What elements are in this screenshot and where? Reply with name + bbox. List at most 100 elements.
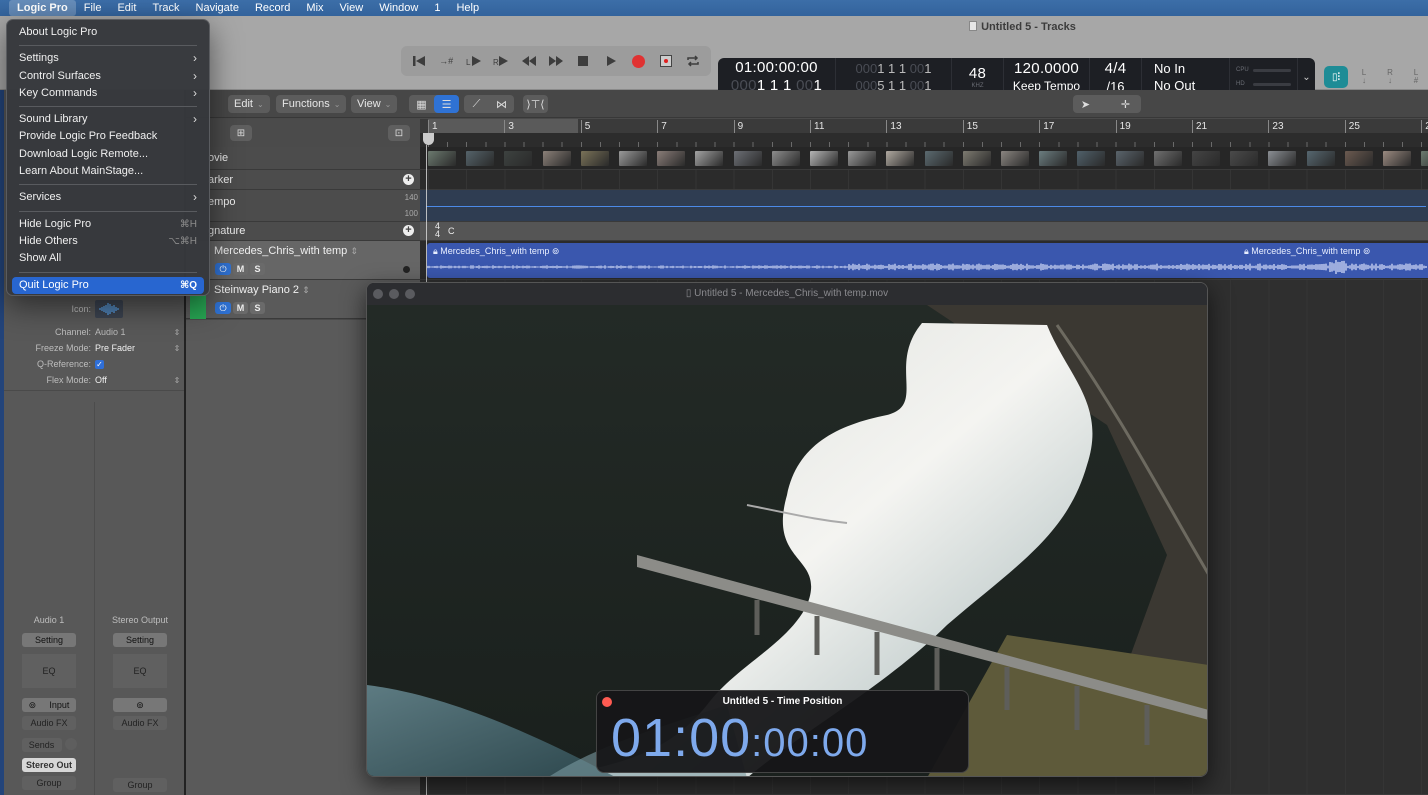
playhead-handle[interactable]	[423, 133, 434, 145]
new-track-button[interactable]: ⊞	[230, 125, 252, 141]
channel-value[interactable]: Audio 1	[95, 327, 172, 337]
menu-view[interactable]: View	[332, 0, 372, 16]
solo-button[interactable]: S	[250, 302, 265, 314]
group-button[interactable]: Group	[22, 776, 76, 790]
global-track-tempo[interactable]: empo 140 100	[186, 190, 420, 222]
fast-forward-button[interactable]	[545, 50, 567, 72]
solo-button[interactable]: S	[250, 263, 265, 275]
output-button[interactable]: Stereo Out	[22, 758, 76, 772]
automation-icon[interactable]: ⟋	[464, 95, 489, 113]
play-from-right-locator-button[interactable]: R	[490, 50, 512, 72]
global-track-movie[interactable]: ovie	[186, 147, 420, 170]
freeze-mode-row[interactable]: Freeze Mode: Pre Fader ⇕	[4, 343, 182, 353]
flex-mode-stepper-icon[interactable]: ⇕	[172, 376, 182, 385]
menu-help[interactable]: Help	[448, 0, 487, 16]
record-button[interactable]	[627, 50, 649, 72]
eq-button[interactable]: EQ	[113, 654, 167, 688]
tempo-track-lane[interactable]	[420, 190, 1428, 222]
stereo-link-button[interactable]: ⊚	[113, 698, 167, 712]
bar-ruler[interactable]: 13579111315171921232527	[420, 119, 1428, 147]
track-name[interactable]: Steinway Piano 2	[214, 284, 299, 296]
input-button[interactable]: ⊚ Input	[22, 698, 76, 712]
menu-item-show-all[interactable]: Show All	[12, 250, 204, 267]
replace-button[interactable]: L #	[1406, 69, 1426, 85]
eq-button[interactable]: EQ	[22, 654, 76, 688]
record-enable-button[interactable]	[403, 266, 410, 273]
add-marker-icon[interactable]: +	[403, 174, 414, 185]
movie-window-titlebar[interactable]: ▯ Untitled 5 - Mercedes_Chris_with temp.…	[367, 283, 1207, 305]
menu-file[interactable]: File	[76, 0, 110, 16]
menu-window[interactable]: Window	[371, 0, 426, 16]
zoom-button[interactable]	[405, 289, 415, 299]
menu-record[interactable]: Record	[247, 0, 298, 16]
marker-track-lane[interactable]	[420, 170, 1428, 190]
track-name[interactable]: Mercedes_Chris_with temp	[214, 245, 347, 257]
menu-navigate[interactable]: Navigate	[188, 0, 247, 16]
set-right-locator-button[interactable]: R ↓	[1380, 69, 1400, 85]
flex-icon[interactable]: ⋈	[489, 95, 514, 113]
go-to-position-button[interactable]: →#	[435, 50, 457, 72]
secondary-tool-menu[interactable]: ✛	[1113, 95, 1141, 113]
menu-track[interactable]: Track	[144, 0, 187, 16]
setting-button[interactable]: Setting	[22, 633, 76, 647]
apple-menu-icon[interactable]	[0, 0, 9, 16]
audio-fx-button[interactable]: Audio FX	[22, 716, 76, 730]
channel-stepper-icon[interactable]: ⇕	[172, 328, 182, 337]
global-track-signature[interactable]: gnature +	[186, 222, 420, 241]
menu-item-about-logic-pro[interactable]: About Logic Pro	[12, 24, 204, 41]
global-tracks-button[interactable]: ⊡	[388, 125, 410, 141]
view-menu-button[interactable]: View ⌄	[351, 95, 398, 113]
stop-button[interactable]	[572, 50, 594, 72]
menu-item-control-surfaces[interactable]: Control Surfaces ›	[12, 68, 204, 85]
movie-track-lane[interactable]	[420, 147, 1428, 170]
menu-item-key-commands[interactable]: Key Commands ›	[12, 85, 204, 102]
cycle-button[interactable]	[682, 50, 704, 72]
signature-track-lane[interactable]: 44 C	[420, 222, 1428, 241]
menu-item-learn-about-mainstage[interactable]: Learn About MainStage...	[12, 163, 204, 180]
flex-mode-value[interactable]: Off	[95, 375, 172, 385]
list-view-icon[interactable]: ☰	[434, 95, 459, 113]
sends-button[interactable]: Sends	[21, 738, 62, 752]
send-knob[interactable]	[64, 738, 77, 750]
set-left-locator-button[interactable]: L ↓	[1354, 69, 1374, 85]
add-signature-icon[interactable]: +	[403, 225, 414, 236]
audio-region[interactable]: 🔒︎ Mercedes_Chris_with temp ⊚	[427, 243, 1242, 278]
track-header-1[interactable]: Mercedes_Chris_with temp ⇕ ⏻ M S	[186, 241, 420, 280]
play-from-left-locator-button[interactable]: L	[463, 50, 485, 72]
menu-item-settings[interactable]: Settings ›	[12, 50, 204, 67]
play-button[interactable]	[600, 50, 622, 72]
audio-region[interactable]: 🔒︎ Mercedes_Chris_with temp ⊚	[1238, 243, 1428, 278]
capture-recording-button[interactable]	[655, 50, 677, 72]
audio-track-lane[interactable]: 🔒︎ Mercedes_Chris_with temp ⊚ 🔒︎ Mercede…	[420, 241, 1428, 280]
tempo-line[interactable]	[426, 206, 1426, 207]
menu-1[interactable]: 1	[426, 0, 448, 16]
freeze-mode-value[interactable]: Pre Fader	[95, 343, 172, 353]
menu-item-services[interactable]: Services ›	[12, 189, 204, 206]
track-on-off-button[interactable]: ⏻	[215, 263, 231, 275]
minimize-button[interactable]	[389, 289, 399, 299]
menu-edit[interactable]: Edit	[109, 0, 144, 16]
menu-mix[interactable]: Mix	[298, 0, 331, 16]
rewind-button[interactable]	[518, 50, 540, 72]
mute-button[interactable]: M	[233, 302, 248, 314]
grid-view-icon[interactable]: ▦	[409, 95, 434, 113]
track-stepper-icon[interactable]: ⇕	[350, 246, 358, 256]
close-button[interactable]	[373, 289, 383, 299]
track-icon[interactable]	[95, 300, 123, 318]
track-stepper-icon[interactable]: ⇕	[302, 285, 310, 295]
setting-button[interactable]: Setting	[113, 633, 167, 647]
mixer-toggle-button[interactable]: ▯⫶	[1324, 66, 1348, 88]
channel-row[interactable]: Channel: Audio 1 ⇕	[4, 327, 182, 337]
flex-mode-row[interactable]: Flex Mode: Off ⇕	[4, 375, 182, 385]
menu-item-hide-others[interactable]: Hide Others ⌥⌘H	[12, 233, 204, 250]
menu-item-download-logic-remote[interactable]: Download Logic Remote...	[12, 146, 204, 163]
edit-menu-button[interactable]: Edit ⌄	[228, 95, 270, 113]
freeze-mode-stepper-icon[interactable]: ⇕	[172, 344, 182, 353]
mute-button[interactable]: M	[233, 263, 248, 275]
menu-item-sound-library[interactable]: Sound Library ›	[12, 111, 204, 128]
track-on-off-button[interactable]: ⏻	[215, 302, 231, 314]
go-to-beginning-button[interactable]	[408, 50, 430, 72]
menu-logic-pro[interactable]: Logic Pro	[9, 0, 76, 16]
time-signature-marker[interactable]: 44	[435, 222, 440, 239]
q-reference-checkbox[interactable]: ✓	[95, 359, 104, 369]
